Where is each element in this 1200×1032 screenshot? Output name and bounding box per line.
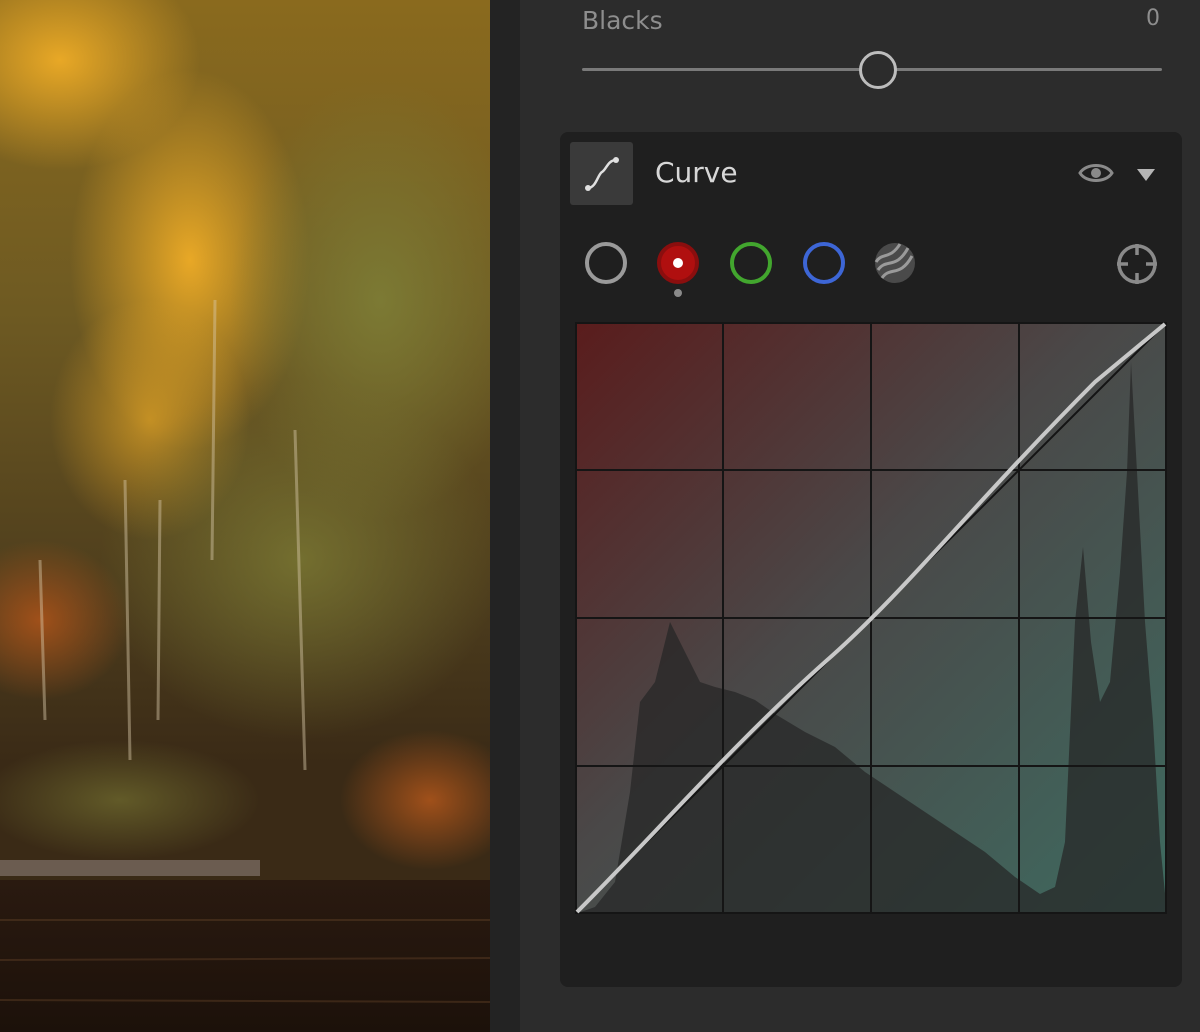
eye-icon[interactable] <box>1078 160 1114 186</box>
blacks-value[interactable]: 0 <box>1146 6 1160 31</box>
channel-red-button[interactable] <box>657 242 699 284</box>
channel-luminance-button[interactable] <box>585 242 627 284</box>
channel-blue-button[interactable] <box>803 242 845 284</box>
photo-image <box>0 0 490 1032</box>
blacks-label: Blacks <box>582 6 663 35</box>
curve-tool-card: Curve <box>560 132 1182 987</box>
photo-preview[interactable] <box>0 0 490 1032</box>
app-root: Blacks 0 Curve <box>0 0 1200 1032</box>
panel-divider <box>490 0 520 1032</box>
target-icon[interactable] <box>1115 242 1159 286</box>
adjustments-panel: Blacks 0 Curve <box>520 0 1200 1032</box>
curve-icon <box>584 156 619 191</box>
tone-curve-graph[interactable] <box>575 322 1167 914</box>
active-dot-icon <box>673 258 683 268</box>
curve-tool-button[interactable] <box>570 142 633 205</box>
channel-saturation-button[interactable] <box>872 240 918 286</box>
channel-green-button[interactable] <box>730 242 772 284</box>
curve-title: Curve <box>655 156 738 189</box>
blacks-slider-handle[interactable] <box>859 51 897 89</box>
chevron-down-icon[interactable] <box>1136 168 1156 182</box>
active-channel-indicator <box>674 289 682 297</box>
